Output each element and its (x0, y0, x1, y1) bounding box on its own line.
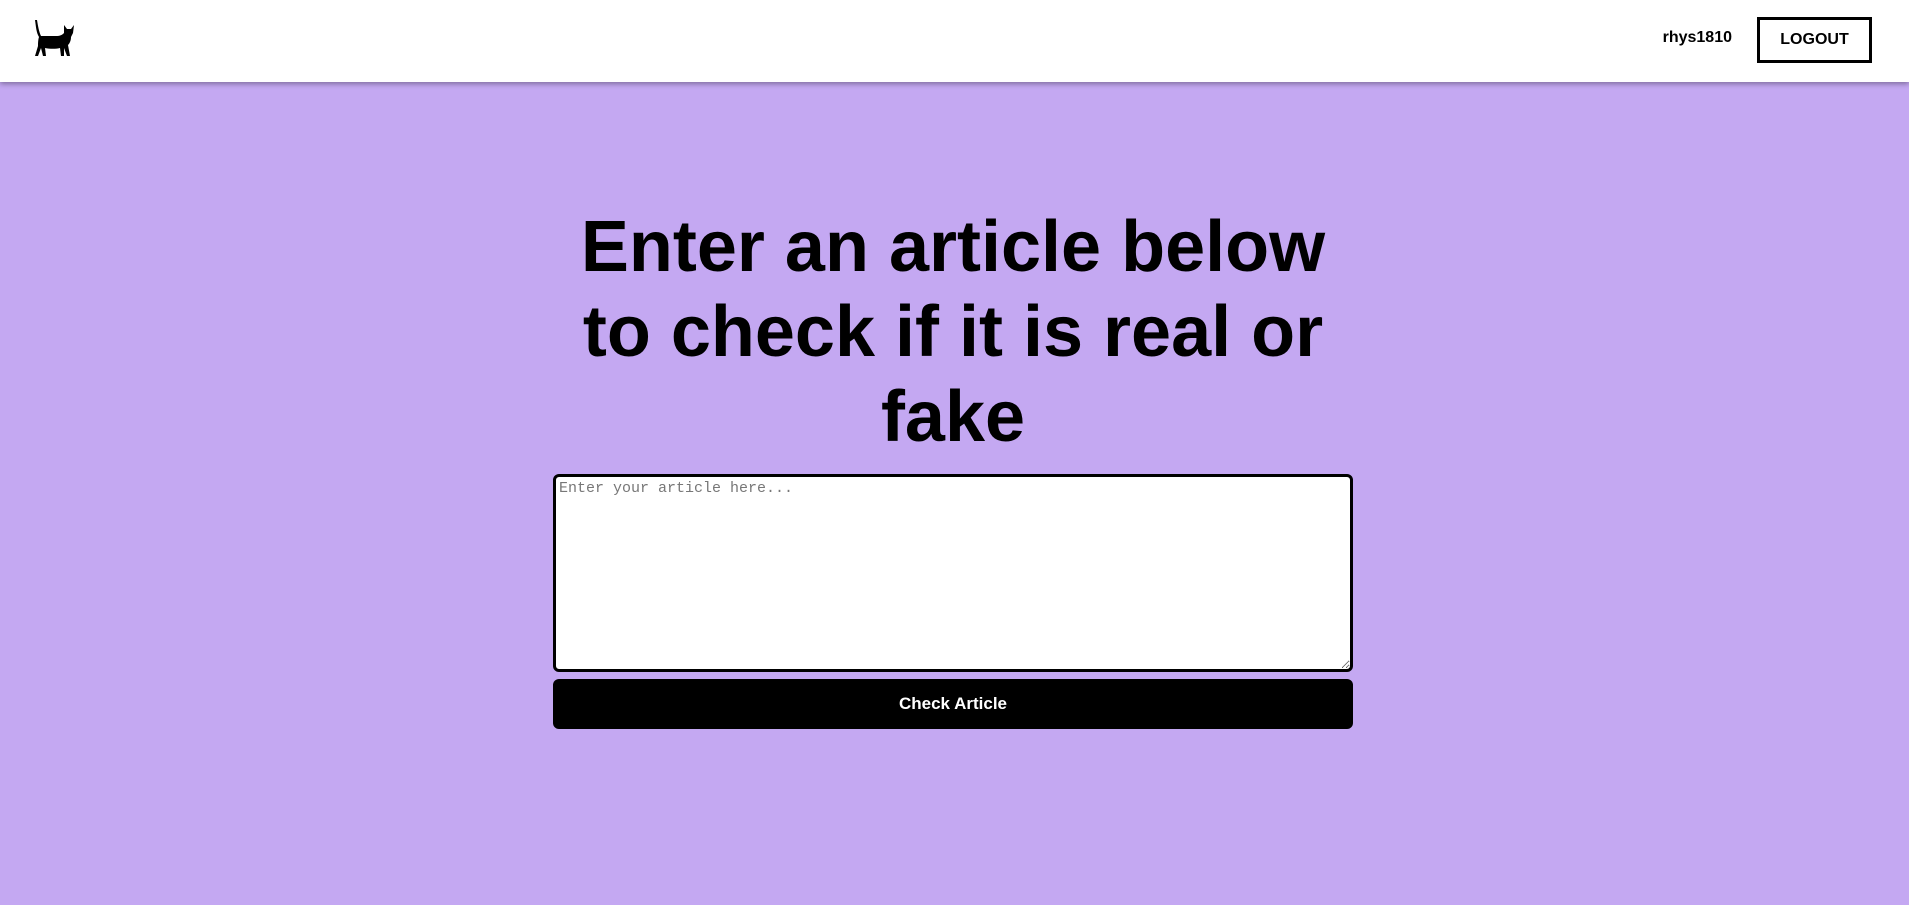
cat-icon[interactable] (30, 18, 76, 58)
username-label: rhys1810 (1662, 29, 1732, 46)
check-article-button[interactable]: Check Article (553, 679, 1353, 729)
top-navbar: rhys1810 LOGOUT (0, 0, 1909, 82)
page-title: Enter an article below to check if it is… (580, 207, 1326, 457)
logout-button[interactable]: LOGOUT (1757, 17, 1872, 63)
article-input[interactable] (553, 474, 1353, 672)
